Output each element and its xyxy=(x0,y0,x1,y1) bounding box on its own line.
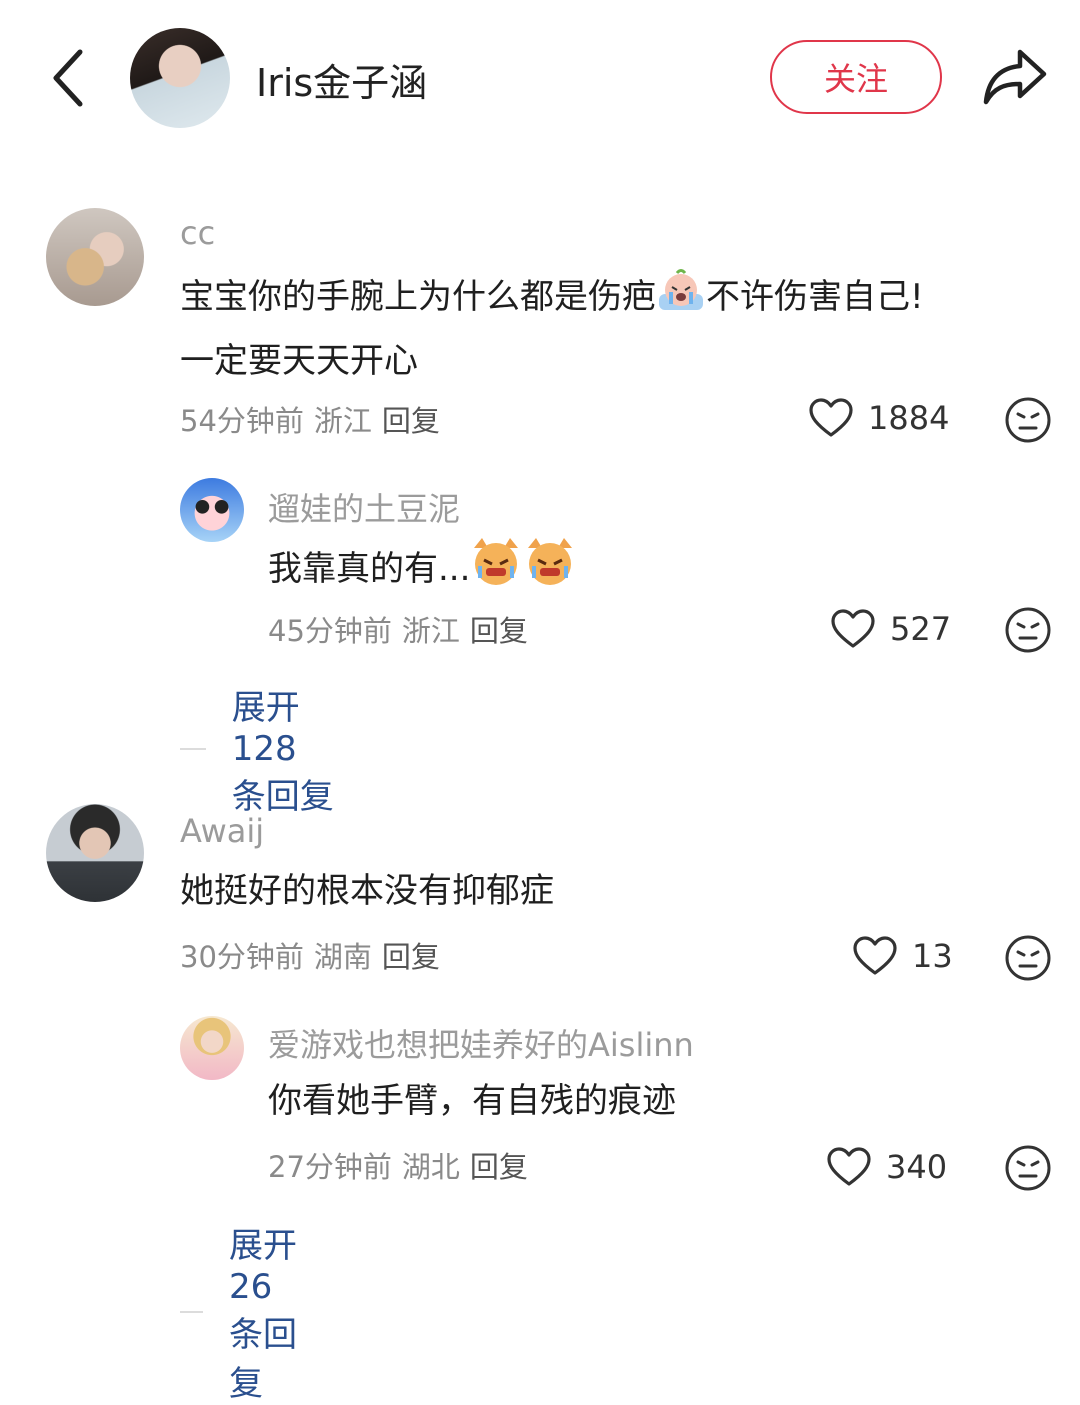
crying-emoji-icon xyxy=(656,268,706,332)
commenter-avatar[interactable] xyxy=(46,804,144,902)
like-count: 527 xyxy=(890,610,952,648)
top-bar: Iris金子涵 关注 xyxy=(0,0,1080,160)
back-arrow-icon[interactable] xyxy=(40,44,100,112)
reply-avatar[interactable] xyxy=(180,1016,244,1080)
heart-icon xyxy=(809,398,853,437)
reply-button[interactable]: 回复 xyxy=(470,1150,528,1184)
like-button[interactable]: 1884 xyxy=(808,397,949,439)
like-button[interactable]: 340 xyxy=(826,1146,947,1188)
comment-time: 54分钟前 xyxy=(180,404,304,438)
heart-icon xyxy=(827,1147,871,1186)
comment-meta: 54分钟前 浙江 回复 xyxy=(180,398,450,440)
reply-time: 27分钟前 xyxy=(268,1150,392,1184)
comment-text-line2: 一定要天天开心 xyxy=(180,341,418,381)
author-name[interactable]: Iris金子涵 xyxy=(256,52,427,107)
like-button[interactable]: 13 xyxy=(852,935,953,977)
like-count: 13 xyxy=(912,937,953,975)
reply-button[interactable]: 回复 xyxy=(382,404,440,438)
like-button[interactable]: 527 xyxy=(830,608,951,650)
comment-text-part: 宝宝你的手腕上为什么都是伤疤 xyxy=(180,277,656,317)
heart-icon xyxy=(853,936,897,975)
commenter-name[interactable]: Awaij xyxy=(180,812,264,850)
reply-location: 湖北 xyxy=(401,1150,460,1184)
reply-avatar[interactable] xyxy=(180,478,244,542)
like-count: 340 xyxy=(886,1148,948,1186)
comment-text: 宝宝你的手腕上为什么都是伤疤 不许伤害自己! 一定要天天开心 xyxy=(180,268,924,390)
divider-line xyxy=(180,748,206,750)
comment-text-part: 不许伤害自己! xyxy=(706,277,924,317)
commenter-name[interactable]: cc xyxy=(180,214,215,252)
reply-meta: 45分钟前 浙江 回复 xyxy=(268,608,538,650)
expand-replies-button[interactable]: 展开 26 条回复 xyxy=(180,1218,313,1405)
dislike-face-icon[interactable] xyxy=(1004,1144,1052,1192)
expand-replies-button[interactable]: 展开 128 条回复 xyxy=(180,680,335,818)
comment-location: 湖南 xyxy=(313,940,372,974)
comment-location: 浙江 xyxy=(313,404,372,438)
dislike-face-icon[interactable] xyxy=(1004,396,1052,444)
reply-location: 浙江 xyxy=(401,614,460,648)
divider-line xyxy=(180,1310,203,1313)
reply-button[interactable]: 回复 xyxy=(382,940,440,974)
dislike-face-icon[interactable] xyxy=(1004,606,1052,654)
comment-time: 30分钟前 xyxy=(180,940,304,974)
reply-meta: 27分钟前 湖北 回复 xyxy=(268,1144,538,1186)
reply-text: 你看她手臂，有自残的痕迹 xyxy=(268,1081,676,1121)
author-avatar[interactable] xyxy=(130,28,230,128)
dislike-face-icon[interactable] xyxy=(1004,934,1052,982)
like-count: 1884 xyxy=(868,399,950,437)
reply-text: 我靠真的有... xyxy=(268,536,576,604)
follow-button[interactable]: 关注 xyxy=(770,40,942,114)
reply-author-name[interactable]: 遛娃的土豆泥 xyxy=(268,484,460,530)
comment-meta: 30分钟前 湖南 回复 xyxy=(180,934,450,976)
reply-text-content: 我靠真的有... xyxy=(268,549,471,589)
share-icon[interactable] xyxy=(980,44,1050,108)
commenter-avatar[interactable] xyxy=(46,208,144,306)
angry-cat-emoji-icon xyxy=(470,536,576,604)
reply-time: 45分钟前 xyxy=(268,614,392,648)
expand-replies-label: 展开 26 条回复 xyxy=(228,1226,297,1404)
reply-author-name[interactable]: 爱游戏也想把娃养好的Aislinn xyxy=(268,1020,694,1066)
heart-icon xyxy=(831,609,875,648)
reply-button[interactable]: 回复 xyxy=(470,614,528,648)
expand-replies-label: 展开 128 条回复 xyxy=(231,688,334,817)
comment-text: 她挺好的根本没有抑郁症 xyxy=(180,871,554,911)
